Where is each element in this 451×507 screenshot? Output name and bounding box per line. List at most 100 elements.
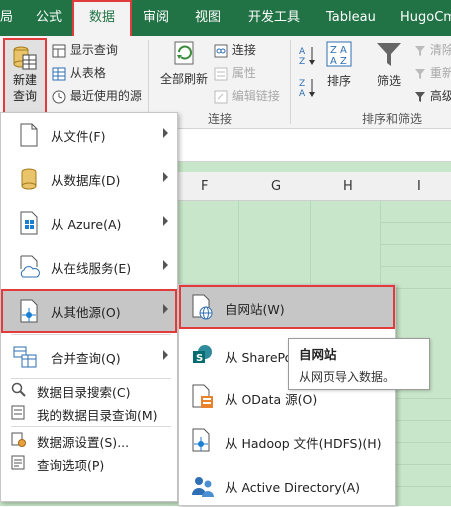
submenu-arrow-icon xyxy=(163,350,168,360)
menu-item-label: 我的数据目录查询(M) xyxy=(37,408,158,423)
sort-descending-icon: ZA xyxy=(299,79,315,99)
new-query-icon xyxy=(13,46,37,70)
tooltip-title: 自网站 xyxy=(299,347,337,362)
advanced-filter-label: 高级 xyxy=(429,89,451,103)
menu-item-query-options[interactable]: 查询选项(P) xyxy=(1,452,177,474)
submenu-arrow-icon xyxy=(163,128,168,138)
submenu-arrow-icon xyxy=(163,172,168,182)
menu-item-from-database[interactable]: 从数据库(D) xyxy=(1,157,177,201)
advanced-filter-button[interactable]: 高级 xyxy=(414,87,451,104)
menu-item-from-online-services[interactable]: 从在线服务(E) xyxy=(1,245,177,289)
menu-item-label: 从在线服务(E) xyxy=(51,261,132,276)
hadoop-icon xyxy=(189,427,217,458)
tab-formulas[interactable]: 公式 xyxy=(36,0,62,36)
filter-label: 筛选 xyxy=(376,74,401,88)
column-header-f[interactable]: F xyxy=(201,179,208,194)
web-globe-icon xyxy=(189,293,217,324)
submenu-arrow-icon xyxy=(163,304,168,314)
show-query-icon xyxy=(52,44,66,57)
from-table-button[interactable]: 从表格 xyxy=(52,64,106,81)
grid-line xyxy=(380,244,451,245)
database-icon xyxy=(19,167,39,194)
settings-gear-icon xyxy=(11,432,27,451)
sort-button[interactable]: Z AA Z 排序 xyxy=(323,40,355,89)
new-query-label-1: 新建 xyxy=(12,73,37,87)
reapply-button[interactable]: 重新 xyxy=(414,64,451,81)
advanced-filter-icon xyxy=(415,91,425,102)
menu-item-label: 从文件(F) xyxy=(51,129,106,144)
sort-az-button[interactable]: AZ xyxy=(298,44,316,69)
menu-item-label: 查询选项(P) xyxy=(37,458,105,473)
submenu-item-label: 自网站(W) xyxy=(225,302,285,317)
menu-item-from-file[interactable]: 从文件(F) xyxy=(1,113,177,157)
query-options-icon xyxy=(11,455,27,474)
filter-button[interactable]: 筛选 xyxy=(372,40,406,89)
submenu-item-from-active-directory[interactable]: 从 Active Directory(A) xyxy=(179,463,395,507)
connections-button[interactable]: 连接 xyxy=(214,41,256,58)
properties-label: 属性 xyxy=(231,66,256,80)
magnifier-icon xyxy=(11,382,27,401)
filter-funnel-icon xyxy=(377,43,401,66)
svg-text:A: A xyxy=(299,89,306,98)
menu-item-label: 数据源设置(S)... xyxy=(37,435,130,450)
svg-text:A: A xyxy=(299,47,306,57)
ribbon-tab-bar: 局 公式 数据 审阅 视图 开发工具 Tableau HugoCm xyxy=(0,0,451,36)
sharepoint-icon: S xyxy=(189,341,217,372)
clear-filter-label: 清除 xyxy=(429,43,451,57)
clear-filter-button[interactable]: 清除 xyxy=(414,41,451,58)
connections-icon xyxy=(214,44,228,57)
show-query-button[interactable]: 显示查询 xyxy=(52,41,118,58)
column-header-g[interactable]: G xyxy=(271,179,281,194)
tooltip-description: 从网页导入数据。 xyxy=(299,370,396,384)
menu-item-data-source-settings[interactable]: 数据源设置(S)... xyxy=(1,429,177,451)
menu-item-from-azure[interactable]: 从 Azure(A) xyxy=(1,201,177,245)
sort-label: 排序 xyxy=(326,74,351,88)
from-table-label: 从表格 xyxy=(69,66,106,80)
menu-item-my-data-catalog-queries[interactable]: 我的数据目录查询(M) xyxy=(1,402,177,424)
connections-label: 连接 xyxy=(231,43,256,57)
edit-links-button[interactable]: 编辑链接 xyxy=(214,87,280,104)
submenu-item-from-hadoop[interactable]: 从 Hadoop 文件(HDFS)(H) xyxy=(179,419,395,463)
refresh-all-icon xyxy=(174,41,194,65)
new-query-button[interactable]: 新建 查询 xyxy=(3,38,47,114)
file-icon xyxy=(19,123,39,150)
sort-dialog-icon: Z AA Z xyxy=(326,41,352,67)
from-web-tooltip: 自网站 从网页导入数据。 xyxy=(288,338,430,390)
tab-view[interactable]: 视图 xyxy=(195,0,221,36)
azure-windows-icon xyxy=(19,211,39,238)
recent-sources-button[interactable]: 最近使用的源 xyxy=(52,87,142,104)
submenu-item-from-web[interactable]: 自网站(W) xyxy=(179,285,395,329)
sort-za-button[interactable]: ZA xyxy=(298,76,316,101)
column-header-i[interactable]: I xyxy=(417,179,421,194)
odata-icon xyxy=(189,383,217,414)
tab-page-layout[interactable]: 局 xyxy=(0,0,12,36)
other-sources-icon xyxy=(19,299,41,326)
tab-review[interactable]: 审阅 xyxy=(143,0,169,36)
group-label-sort-filter: 排序和筛选 xyxy=(362,112,423,126)
refresh-all-button[interactable]: 全部刷新 xyxy=(158,38,210,87)
tab-data[interactable]: 数据 xyxy=(72,0,132,36)
tab-tableau[interactable]: Tableau xyxy=(326,0,376,36)
tab-hugocm[interactable]: HugoCm xyxy=(400,0,451,36)
other-sources-submenu: 自网站(W) S 从 SharePo 从 OData 源(O) 从 Hadoop… xyxy=(178,284,396,506)
grid-line xyxy=(380,266,451,267)
table-icon xyxy=(52,67,66,80)
menu-item-label: 从 Azure(A) xyxy=(51,217,122,232)
properties-button[interactable]: 属性 xyxy=(214,64,256,81)
menu-item-from-other-sources[interactable]: 从其他源(O) xyxy=(1,289,177,333)
sort-ascending-icon: AZ xyxy=(299,47,315,67)
submenu-arrow-icon xyxy=(163,216,168,226)
menu-item-label: 合并查询(Q) xyxy=(51,351,121,366)
show-query-label: 显示查询 xyxy=(69,43,118,57)
menu-item-data-catalog-search[interactable]: 数据目录搜索(C) xyxy=(1,379,177,401)
new-query-label-2: 查询 xyxy=(12,89,37,103)
edit-links-label: 编辑链接 xyxy=(231,89,280,103)
svg-text:Z: Z xyxy=(299,79,305,89)
recent-sources-label: 最近使用的源 xyxy=(69,89,142,103)
column-header-h[interactable]: H xyxy=(343,179,353,194)
tab-developer[interactable]: 开发工具 xyxy=(248,0,300,36)
menu-item-combine-queries[interactable]: 合并查询(Q) xyxy=(1,335,177,379)
menu-item-label: 数据目录搜索(C) xyxy=(37,385,131,400)
menu-separator xyxy=(11,426,171,427)
clear-filter-icon xyxy=(415,45,425,56)
